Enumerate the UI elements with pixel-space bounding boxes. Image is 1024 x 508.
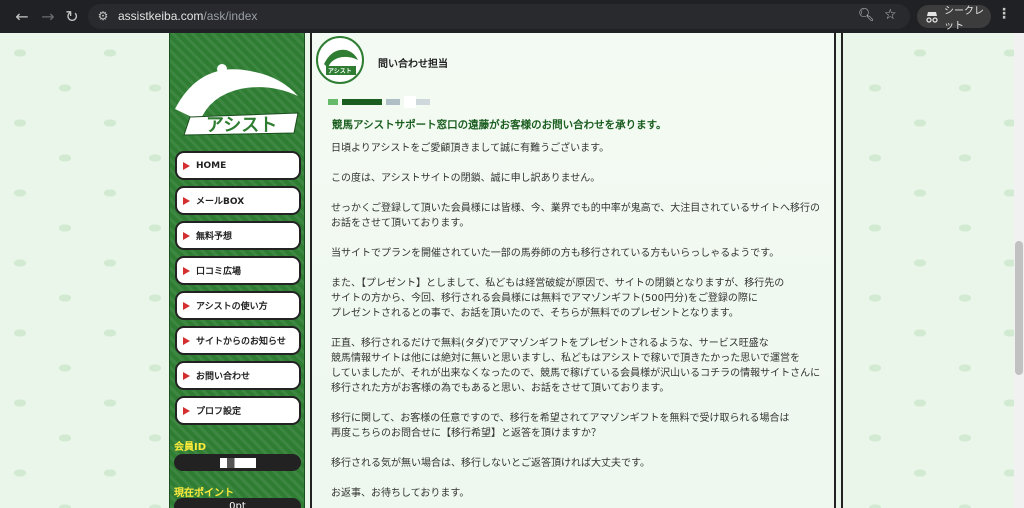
red-arrow-icon — [183, 301, 190, 310]
message-line: また、【プレゼント】としまして、私どもは経営破綻が原因で、サイトの閉鎖となります… — [331, 278, 785, 289]
sidebar-item-label: メールBOX — [196, 197, 245, 207]
points-value: 0pt — [174, 498, 301, 508]
message-paragraph: お返事、お待ちしております。 — [331, 486, 831, 501]
message-line: 競馬情報サイトは他には絶対に無いと思いますし、私どもはアシストで稼いで頂きたかっ… — [331, 353, 800, 364]
sidebar-item-free-prediction[interactable]: 無料予想 — [175, 221, 301, 250]
red-arrow-icon — [183, 371, 190, 380]
sidebar-item-profile-settings[interactable]: プロフ設定 — [175, 396, 301, 425]
message-line: 日頃よりアシストをご愛顧頂きまして誠に有難うございます。 — [331, 143, 610, 154]
sender-name: 問い合わせ担当 — [378, 59, 448, 70]
sidebar-item-label: アシストの使い方 — [196, 302, 268, 312]
message-paragraph: この度は、アシストサイトの閉鎖、誠に申し訳ありません。 — [331, 171, 831, 186]
red-arrow-icon — [183, 336, 190, 345]
message-panel: アシスト 問い合わせ担当 競馬アシストサポート窓口の遠藤がお客様のお問い合わせを… — [310, 33, 836, 508]
red-arrow-icon — [183, 161, 190, 170]
sidebar-item-how-to-use[interactable]: アシストの使い方 — [175, 291, 301, 320]
redacted-id — [219, 457, 256, 468]
redacted-name — [328, 93, 433, 108]
url-text[interactable]: assistkeiba.com/ask/index — [118, 9, 257, 23]
sidebar-item-label: プロフ設定 — [196, 407, 242, 417]
sidebar-item-label: HOME — [196, 160, 227, 171]
sender-avatar: アシスト — [316, 36, 364, 84]
member-id-box — [174, 454, 301, 471]
message-line: せっかくご登録して頂いた会員様には皆様、今、業界でも的中率が鬼高で、大注目されて… — [331, 203, 820, 214]
points-label: 現在ポイント — [174, 488, 234, 499]
message-headline: 競馬アシストサポート窓口の遠藤がお客様のお問い合わせを承ります。 — [332, 119, 667, 131]
scrollbar-thumb[interactable] — [1015, 241, 1023, 375]
bookmark-star-icon[interactable]: ☆ — [884, 7, 897, 23]
message-line: 移行に関して、お客様の任意ですので、移行を希望されてアマゾンギフトを無料で受け取… — [331, 413, 790, 424]
message-line: 正直、移行されるだけで無料(タダ)でアマゾンギフトをプレゼントされるような、サー… — [331, 338, 769, 349]
site-logo[interactable]: アシスト — [170, 51, 304, 136]
message-line: お話をさせて頂いております。 — [331, 218, 470, 229]
red-arrow-icon — [183, 231, 190, 240]
message-line: していましたが、それが出来なくなったので、競馬で稼げている会員様が沢山いるコチラ… — [331, 368, 821, 379]
incognito-indicator[interactable]: シークレット — [917, 5, 991, 32]
red-arrow-icon — [183, 266, 190, 275]
message-body: 日頃よりアシストをご愛顧頂きまして誠に有難うございます。 この度は、アシストサイ… — [331, 141, 831, 508]
kebab-menu-icon[interactable]: ⋮ — [997, 6, 1011, 22]
sidebar-item-mailbox[interactable]: メールBOX — [175, 186, 301, 215]
message-line: 移行された方がお客様の為でもあると思い、お話をさせて頂いております。 — [331, 383, 670, 394]
message-paragraph: 正直、移行されるだけで無料(タダ)でアマゾンギフトをプレゼントされるような、サー… — [331, 336, 831, 396]
member-id-label: 会員ID — [174, 442, 207, 453]
zoom-icon[interactable]: 🔍︎ — [858, 8, 875, 23]
url-host: assistkeiba.com — [118, 9, 204, 23]
red-arrow-icon — [183, 406, 190, 415]
message-line: サイトの方から、今回、移行される会員様には無料でアマゾンギフト(500円分)をご… — [331, 293, 758, 304]
url-path: /ask/index — [203, 9, 258, 23]
incognito-label: シークレット — [944, 5, 984, 32]
back-arrow-icon[interactable]: ← — [11, 5, 33, 27]
sidebar-menu: HOME メールBOX 無料予想 口コミ広場 アシストの使い方 サイトからのお知… — [175, 151, 301, 431]
sidebar-item-reviews[interactable]: 口コミ広場 — [175, 256, 301, 285]
sidebar-item-label: サイトからのお知らせ — [196, 337, 286, 347]
message-paragraph: 日頃よりアシストをご愛顧頂きまして誠に有難うございます。 — [331, 141, 831, 156]
red-arrow-icon — [183, 196, 190, 205]
message-paragraph: また、【プレゼント】としまして、私どもは経営破綻が原因で、サイトの閉鎖となります… — [331, 276, 831, 321]
address-bar[interactable]: ⚙ assistkeiba.com/ask/index 🔍︎ ☆ — [88, 4, 910, 29]
forward-arrow-icon[interactable]: → — [37, 5, 59, 27]
message-line: 移行される気が無い場合は、移行しないとご返答頂ければ大丈夫です。 — [331, 458, 650, 469]
message-line: お返事、お待ちしております。 — [331, 488, 470, 499]
sidebar-item-notices[interactable]: サイトからのお知らせ — [175, 326, 301, 355]
sidebar-item-label: お問い合わせ — [196, 372, 251, 382]
avatar-text: アシスト — [328, 68, 352, 75]
logo-text: アシスト — [206, 115, 277, 136]
sidebar-item-label: 無料予想 — [196, 232, 233, 242]
message-paragraph: 当サイトでプランを開催されていた一部の馬券師の方も移行されている方もいらっしゃる… — [331, 246, 831, 261]
message-paragraph: 移行に関して、お客様の任意ですので、移行を希望されてアマゾンギフトを無料で受け取… — [331, 411, 831, 441]
message-line: この度は、アシストサイトの閉鎖、誠に申し訳ありません。 — [331, 173, 601, 184]
message-paragraph: 移行される気が無い場合は、移行しないとご返答頂ければ大丈夫です。 — [331, 456, 831, 471]
sidebar-item-label: 口コミ広場 — [196, 267, 242, 277]
frame-border — [841, 33, 843, 508]
sidebar-item-home[interactable]: HOME — [175, 151, 301, 180]
message-line: 再度こちらのお問合せに【移行希望】と返答を頂けますか？ — [331, 428, 601, 439]
site-info-icon[interactable]: ⚙ — [95, 8, 111, 24]
sidebar-item-contact[interactable]: お問い合わせ — [175, 361, 301, 390]
page-scrollbar[interactable] — [1014, 33, 1024, 508]
message-line: プレゼントされるとの事で、お話を頂いたので、そちらが無料でのプレゼントとなります… — [331, 308, 739, 319]
message-paragraph: せっかくご登録して頂いた会員様には皆様、今、業界でも的中率が鬼高で、大注目されて… — [331, 201, 831, 231]
reload-icon[interactable]: ↻ — [61, 5, 83, 27]
sidebar: アシスト HOME メールBOX 無料予想 口コミ広場 アシストの使い方 サイト… — [169, 33, 305, 508]
page-viewport: アシスト HOME メールBOX 無料予想 口コミ広場 アシストの使い方 サイト… — [0, 33, 1014, 508]
incognito-icon — [925, 11, 939, 23]
browser-toolbar: ← → ↻ ⚙ assistkeiba.com/ask/index 🔍︎ ☆ シ… — [0, 0, 1024, 33]
message-line: 当サイトでプランを開催されていた一部の馬券師の方も移行されている方もいらっしゃる… — [331, 248, 780, 259]
